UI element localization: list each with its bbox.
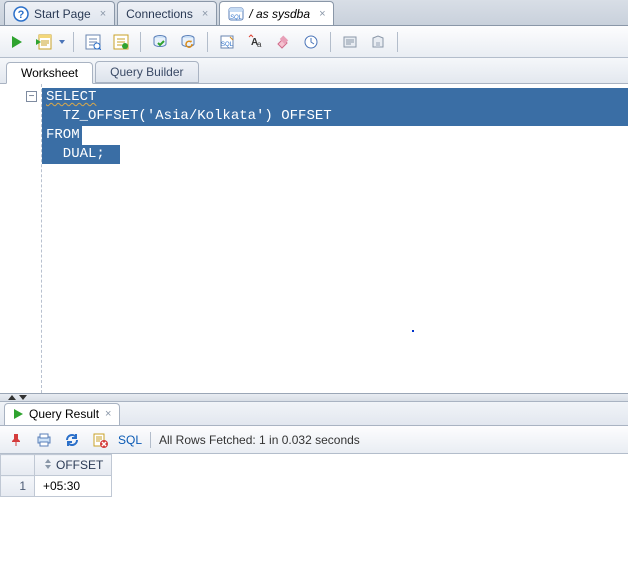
close-icon[interactable]: × <box>100 8 106 20</box>
separator <box>150 432 151 448</box>
sql-history-button[interactable] <box>300 31 322 53</box>
fold-toggle[interactable]: − <box>26 91 37 102</box>
help-icon: ? <box>13 6 29 22</box>
grid-header-row: OFFSET <box>1 455 112 476</box>
close-icon[interactable]: × <box>319 8 325 20</box>
pin-button[interactable] <box>6 430 26 450</box>
svg-text:a: a <box>257 40 262 49</box>
collapse-up-icon[interactable] <box>8 395 16 400</box>
tab-label: Start Page <box>34 7 91 21</box>
separator <box>207 32 208 52</box>
tab-label: / as sysdba <box>249 7 310 21</box>
unshared-worksheet-button[interactable]: SQL <box>216 31 238 53</box>
editor-gutter: − <box>0 84 42 393</box>
autotrace-button[interactable] <box>110 31 132 53</box>
print-button[interactable] <box>34 430 54 450</box>
dbms-output-button[interactable] <box>339 31 361 53</box>
refresh-button[interactable] <box>62 430 82 450</box>
collapse-down-icon[interactable] <box>19 395 27 400</box>
owa-output-button[interactable] <box>367 31 389 53</box>
explain-plan-button[interactable] <box>82 31 104 53</box>
result-toolbar: SQL All Rows Fetched: 1 in 0.032 seconds <box>0 426 628 454</box>
svg-text:?: ? <box>18 9 25 21</box>
dropdown-caret-icon[interactable] <box>59 40 65 44</box>
code-text: TZ_OFFSET('Asia/Kolkata') OFFSET <box>42 107 628 126</box>
tab-start-page[interactable]: ? Start Page × <box>4 1 115 25</box>
tab-worksheet[interactable]: Worksheet <box>6 62 93 84</box>
rollback-button[interactable] <box>177 31 199 53</box>
result-tabs: Query Result × <box>0 402 628 426</box>
rownum-header[interactable] <box>1 455 35 476</box>
grid-row[interactable]: 1 +05:30 <box>1 476 112 497</box>
tab-as-sysdba[interactable]: SQL / as sysdba × <box>219 1 334 25</box>
delete-button[interactable] <box>90 430 110 450</box>
separator <box>140 32 141 52</box>
main-toolbar: SQL Aa <box>0 26 628 58</box>
run-icon <box>13 408 25 420</box>
row-number: 1 <box>1 476 35 497</box>
code-text: FROM <box>42 126 82 145</box>
column-header-offset[interactable]: OFFSET <box>35 455 112 476</box>
fetch-status: All Rows Fetched: 1 in 0.032 seconds <box>159 433 360 447</box>
tab-label: Query Result <box>29 407 99 421</box>
tab-query-result[interactable]: Query Result × <box>4 403 120 425</box>
results-grid[interactable]: OFFSET 1 +05:30 <box>0 454 112 497</box>
cell-offset[interactable]: +05:30 <box>35 476 112 497</box>
document-tabs: ? Start Page × Connections × SQL / as sy… <box>0 0 628 26</box>
close-icon[interactable]: × <box>202 8 208 20</box>
commit-button[interactable] <box>149 31 171 53</box>
code-area[interactable]: SELECT TZ_OFFSET('Asia/Kolkata') OFFSET … <box>42 84 628 393</box>
editor-sub-tabs: Worksheet Query Builder <box>0 58 628 84</box>
code-text: DUAL; <box>42 145 120 164</box>
separator <box>330 32 331 52</box>
clear-button[interactable] <box>272 31 294 53</box>
separator <box>73 32 74 52</box>
to-uppercase-button[interactable]: Aa <box>244 31 266 53</box>
sql-link[interactable]: SQL <box>118 433 142 447</box>
svg-text:SQL: SQL <box>230 15 242 21</box>
panel-splitter[interactable] <box>0 394 628 402</box>
tab-query-builder[interactable]: Query Builder <box>95 61 198 83</box>
sql-worksheet-icon: SQL <box>228 6 244 22</box>
close-icon[interactable]: × <box>105 408 111 420</box>
svg-text:SQL: SQL <box>221 42 234 48</box>
tab-label: Connections <box>126 7 193 21</box>
cursor-indicator <box>412 330 414 332</box>
tab-connections[interactable]: Connections × <box>117 1 217 25</box>
code-text: SELECT <box>46 89 96 105</box>
sort-icon[interactable] <box>43 458 53 468</box>
column-label: OFFSET <box>56 458 103 472</box>
separator <box>397 32 398 52</box>
sql-editor[interactable]: − SELECT TZ_OFFSET('Asia/Kolkata') OFFSE… <box>0 84 628 394</box>
run-script-button[interactable] <box>34 31 56 53</box>
run-button[interactable] <box>6 31 28 53</box>
